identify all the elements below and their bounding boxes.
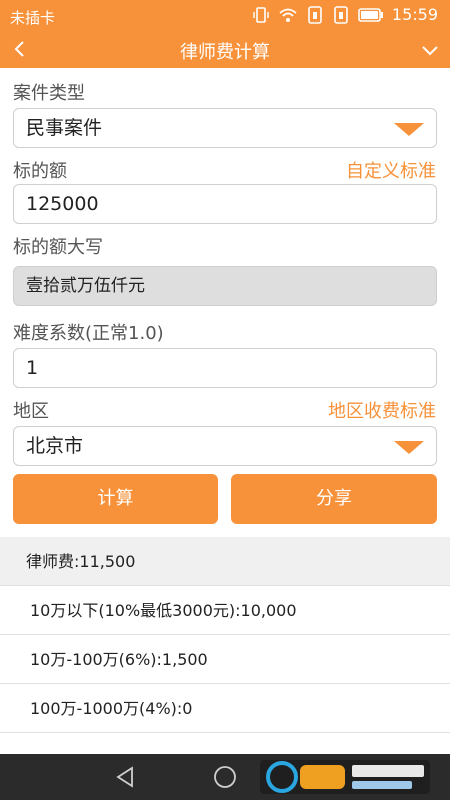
amount-label: 标的额 xyxy=(13,161,67,182)
region-select[interactable]: 北京市 xyxy=(13,426,437,466)
sim1-icon xyxy=(308,5,322,24)
calculate-button[interactable]: 计算 xyxy=(13,474,218,524)
region-standard-link[interactable]: 地区收费标准 xyxy=(328,397,436,423)
dropdown-arrow-icon xyxy=(394,123,424,136)
difficulty-input[interactable]: 1 xyxy=(13,348,437,388)
chevron-down-icon[interactable] xyxy=(420,40,440,60)
custom-standard-link[interactable]: 自定义标准 xyxy=(346,157,436,183)
amount-input[interactable]: 125000 xyxy=(13,184,437,224)
total-fee-row: 律师费:11,500 xyxy=(0,537,450,586)
vibrate-icon xyxy=(253,6,269,23)
title-bar: 律师费计算 xyxy=(0,32,450,68)
system-nav-bar xyxy=(0,754,450,800)
case-type-select[interactable]: 民事案件 xyxy=(13,108,437,148)
wifi-icon xyxy=(279,8,297,22)
dropdown-arrow-icon xyxy=(394,441,424,454)
case-type-value: 民事案件 xyxy=(26,117,103,139)
amount-upper-field: 壹拾贰万伍仟元 xyxy=(13,266,437,306)
list-item: 10万-100万(6%):1,500 xyxy=(0,635,450,684)
case-type-label: 案件类型 xyxy=(13,83,85,104)
region-value: 北京市 xyxy=(26,435,84,457)
difficulty-label: 难度系数(正常1.0) xyxy=(13,323,164,344)
watermark-logo-icon xyxy=(260,760,430,794)
battery-icon xyxy=(358,7,383,22)
status-icons: 15:59 xyxy=(252,5,438,24)
sim2-icon xyxy=(334,5,348,24)
share-button[interactable]: 分享 xyxy=(231,474,437,524)
status-bar: 未插卡 15:59 xyxy=(0,0,450,32)
region-label: 地区 xyxy=(13,401,49,422)
amount-upper-label: 标的额大写 xyxy=(13,237,103,258)
carrier-text: 未插卡 xyxy=(10,9,56,27)
list-item: 10万以下(10%最低3000元):10,000 xyxy=(0,586,450,635)
nav-back-icon[interactable] xyxy=(113,765,137,789)
result-list: 律师费:11,500 10万以下(10%最低3000元):10,000 10万-… xyxy=(0,537,450,763)
nav-home-icon[interactable] xyxy=(212,764,238,790)
list-item: 100万-1000万(4%):0 xyxy=(0,684,450,733)
page-title: 律师费计算 xyxy=(180,42,270,63)
clock: 15:59 xyxy=(391,5,438,24)
